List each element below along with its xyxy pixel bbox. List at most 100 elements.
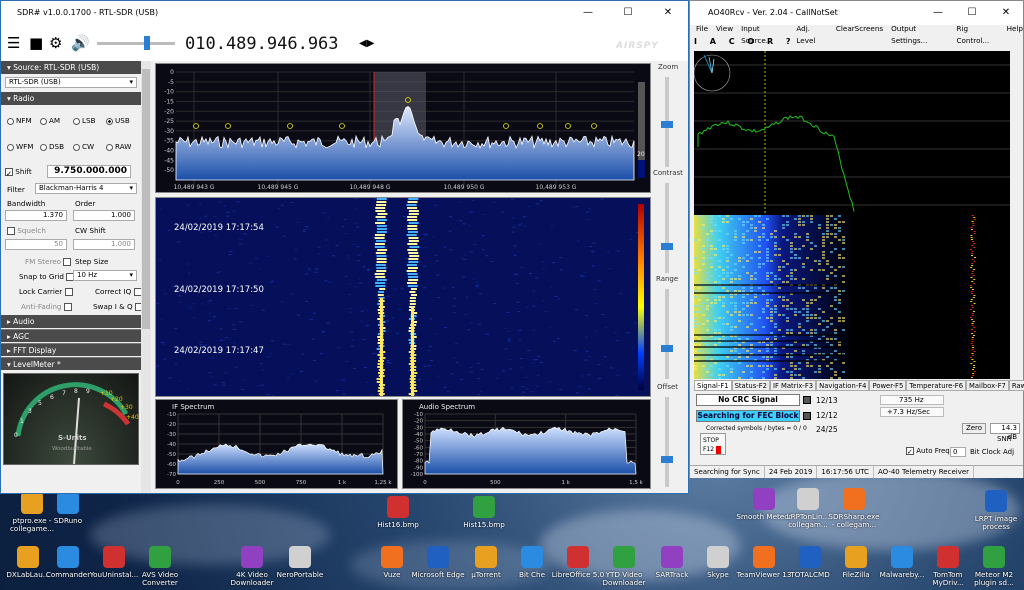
sdr-panel-scrollbar[interactable] xyxy=(141,61,151,493)
bitclock-field[interactable]: 0 xyxy=(950,447,966,457)
ao-menu-output-settings-[interactable]: Output Settings... xyxy=(891,23,948,45)
speaker-icon[interactable]: 🔊 xyxy=(71,35,90,51)
desktop-icon-sdruno[interactable]: SDRuno xyxy=(40,492,96,525)
mode-radio-raw[interactable]: RAW xyxy=(106,142,131,151)
ao-maximize-icon[interactable]: ☐ xyxy=(955,1,989,25)
volume-thumb[interactable] xyxy=(144,36,150,50)
frequency-step-arrows-icon[interactable]: ◀▶ xyxy=(359,38,374,49)
audio-spectrum-panel[interactable]: Audio Spectrum -10 -20 -30 -40 -50 -60 -70 -80 -9… xyxy=(402,399,651,489)
radio-dot[interactable] xyxy=(7,117,14,125)
tab-mailbox-f7[interactable]: Mailbox-F7 xyxy=(966,380,1009,391)
levelmeter-header[interactable]: ▾ LevelMeter * xyxy=(1,357,141,370)
order-field[interactable]: 1.000 xyxy=(73,210,135,221)
stop-icon[interactable]: ■ xyxy=(29,35,43,51)
audio-header[interactable]: ▸ Audio xyxy=(1,315,141,328)
fmstereo-checkbox[interactable]: FM Stereo xyxy=(25,257,72,266)
range-thumb[interactable] xyxy=(661,345,673,352)
spectrum-plot[interactable]: 0 -5 -10 -15 -20 -25 -30 -35 -40 -45 -50 10,489 943… xyxy=(156,64,650,192)
ao-close-icon[interactable]: ✕ xyxy=(989,1,1023,25)
tab-if-matrix-f3[interactable]: IF Matrix-F3 xyxy=(769,380,817,391)
ao-menu-file[interactable]: File xyxy=(696,23,708,35)
correctiq-checkbox[interactable]: Correct IQ xyxy=(95,287,141,296)
agc-header[interactable]: ▸ AGC xyxy=(1,329,141,342)
ao-minimize-icon[interactable]: — xyxy=(921,1,955,25)
if-spectrum-panel[interactable]: IF Spectrum -10 -20 -30 -40 -50 -60 -70 0 250 500 7… xyxy=(155,399,398,489)
step-select[interactable]: 10 Hz ▾ xyxy=(73,270,137,281)
mode-radio-nfm[interactable]: NFM xyxy=(7,116,32,125)
zero-button[interactable]: Zero xyxy=(962,423,986,434)
waterfall-plot[interactable]: 24/02/2019 17:17:54 24/02/2019 17:17:50 24… xyxy=(156,198,650,396)
desktop-icon-avs-video-converter[interactable]: AVS Video Converter xyxy=(132,546,188,587)
snap-checkbox[interactable]: Snap to Grid xyxy=(19,272,75,281)
fft-header[interactable]: ▸ FFT Display xyxy=(1,343,141,356)
ao-menu-clearscreens[interactable]: ClearScreens xyxy=(836,23,883,35)
tab-signal-f1[interactable]: Signal-F1 xyxy=(694,380,732,391)
offset-slider[interactable] xyxy=(665,397,669,487)
antifading-checkbox[interactable]: Anti-Fading xyxy=(21,302,72,311)
range-slider[interactable] xyxy=(665,289,669,379)
gear-icon[interactable]: ⚙ xyxy=(49,35,62,51)
desktop-icon-sdrsharp-exe-collegam[interactable]: SDRSharp.exe - collegam... xyxy=(826,488,882,529)
desktop-icon-hist15-bmp[interactable]: Hist15.bmp xyxy=(456,496,512,529)
filter-select[interactable]: Blackman-Harris 4 ▾ xyxy=(35,183,137,194)
menu-icon[interactable]: ☰ xyxy=(7,35,20,51)
tab-temperature-f6[interactable]: Temperature-F6 xyxy=(906,380,967,391)
autofreq-checkbox[interactable]: ✓ Auto Freq xyxy=(906,447,950,456)
shift-checkbox[interactable]: ✓ Shift xyxy=(5,167,32,178)
radio-dot[interactable] xyxy=(73,143,80,151)
spectrum-panel[interactable]: 0 -5 -10 -15 -20 -25 -30 -35 -40 -45 -50 10,489 943… xyxy=(155,63,651,193)
ao-menu-input-source-[interactable]: Input Source... xyxy=(741,23,788,45)
radio-dot[interactable] xyxy=(106,143,113,151)
contrast-slider[interactable] xyxy=(665,183,669,273)
volume-slider[interactable] xyxy=(97,42,175,45)
ao-menu-rig-control-[interactable]: Rig Control... xyxy=(957,23,999,45)
shift-field[interactable]: 9.750.000.000 xyxy=(47,165,131,178)
waterfall-panel[interactable]: 24/02/2019 17:17:54 24/02/2019 17:17:50 24… xyxy=(155,197,651,397)
radio-header[interactable]: ▾ Radio xyxy=(1,92,141,105)
ao-menu-view[interactable]: View xyxy=(716,23,733,35)
minimize-icon[interactable]: — xyxy=(568,1,608,25)
radio-dot[interactable] xyxy=(40,117,47,125)
mode-radio-lsb[interactable]: LSB xyxy=(73,116,96,125)
desktop-icon-meteor-m2-plugin-sd[interactable]: Meteor M2 plugin sd... xyxy=(966,546,1022,587)
squelch-checkbox[interactable]: Squelch xyxy=(7,226,46,235)
ao-menu-adj-level[interactable]: Adj. Level xyxy=(796,23,827,45)
mode-radio-am[interactable]: AM xyxy=(40,116,60,125)
maximize-icon[interactable]: ☐ xyxy=(608,1,648,25)
offset-thumb[interactable] xyxy=(661,456,673,463)
desktop-icon-neroportable[interactable]: NeroPortable xyxy=(272,546,328,579)
radio-dot[interactable] xyxy=(7,143,14,151)
radio-dot[interactable] xyxy=(40,143,47,151)
source-header[interactable]: ▾ Source: RTL-SDR (USB) xyxy=(1,61,141,74)
tab-power-f5[interactable]: Power-F5 xyxy=(869,380,907,391)
squelch-field[interactable]: 50 xyxy=(5,239,67,250)
desktop-icon-hist16-bmp[interactable]: Hist16.bmp xyxy=(370,496,426,529)
frequency-display[interactable]: 010.489.946.963 xyxy=(185,34,339,54)
mode-radio-wfm[interactable]: WFM xyxy=(7,142,33,151)
contrast-thumb[interactable] xyxy=(661,243,673,250)
close-icon[interactable]: ✕ xyxy=(648,1,688,25)
mode-radio-usb[interactable]: USB xyxy=(106,116,130,125)
cwshift-field[interactable]: 1.000 xyxy=(73,239,135,250)
lockcarrier-checkbox[interactable]: Lock Carrier xyxy=(19,287,73,296)
swapiq-checkbox[interactable]: Swap I & Q xyxy=(93,302,141,311)
bandwidth-field[interactable]: 1.370 xyxy=(5,210,67,221)
mode-radio-cw[interactable]: CW xyxy=(73,142,94,151)
mode-radio-dsb[interactable]: DSB xyxy=(40,142,64,151)
zoom-thumb[interactable] xyxy=(661,121,673,128)
tab-navigation-f4[interactable]: Navigation-F4 xyxy=(816,380,870,391)
source-select[interactable]: RTL-SDR (USB) ▾ xyxy=(5,77,137,88)
ao-menu-help[interactable]: Help xyxy=(1007,23,1023,35)
stop-button[interactable]: STOP F12 xyxy=(700,433,726,455)
mini-y-tick: -60 xyxy=(167,462,176,468)
desktop-icon-lrpt-image-process[interactable]: LRPT image process xyxy=(968,490,1024,531)
ao-toolbar[interactable]: I A C O R ? xyxy=(694,37,796,49)
sdr-title-bar[interactable]: SDR# v1.0.0.1700 - RTL-SDR (USB) — ☐ ✕ xyxy=(1,1,688,25)
tab-status-f2[interactable]: Status-F2 xyxy=(731,380,770,391)
radio-dot[interactable] xyxy=(106,117,113,125)
ao-title-bar[interactable]: AO40Rcv - Ver. 2.04 - CallNotSet — ☐ ✕ xyxy=(690,1,1023,25)
radio-dot[interactable] xyxy=(73,117,80,125)
ao40rcv-window[interactable]: AO40Rcv - Ver. 2.04 - CallNotSet — ☐ ✕ F… xyxy=(689,0,1024,478)
tab-raw[interactable]: Raw xyxy=(1008,380,1024,391)
sdrsharp-window[interactable]: SDR# v1.0.0.1700 - RTL-SDR (USB) — ☐ ✕ ☰… xyxy=(0,0,689,494)
